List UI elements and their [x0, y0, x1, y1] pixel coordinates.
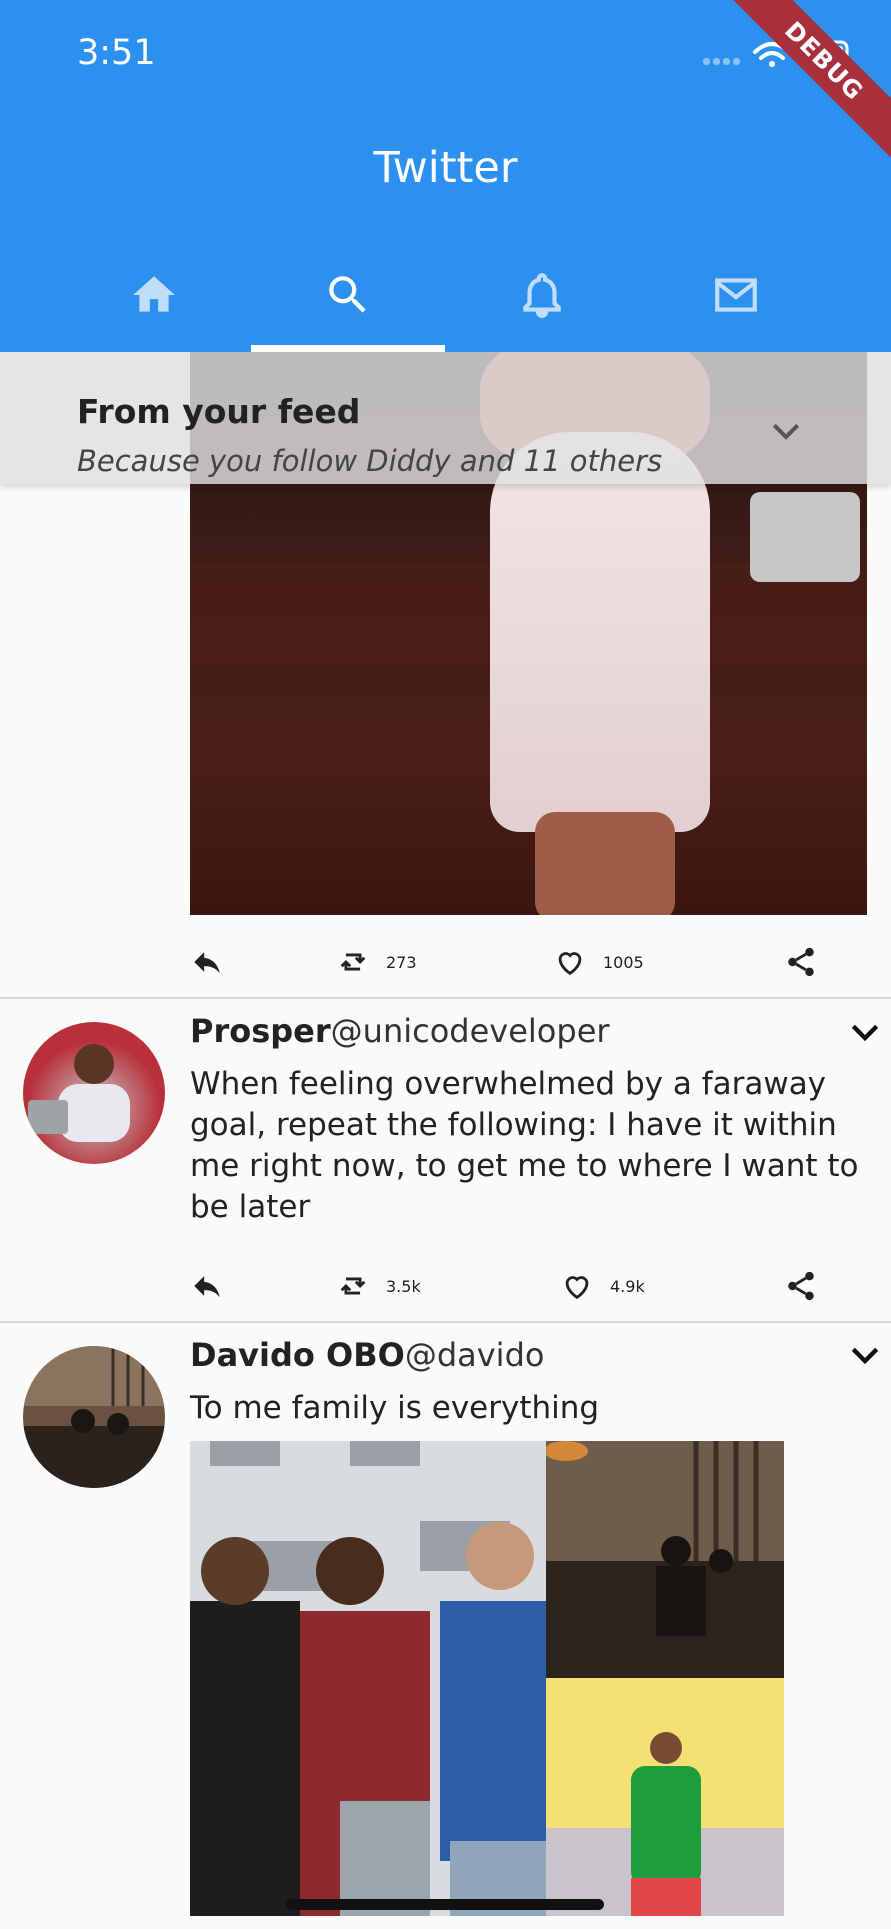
reply-button[interactable] [190, 945, 224, 979]
signal-icon [703, 58, 740, 65]
tweet-image[interactable] [190, 1441, 546, 1916]
avatar[interactable] [23, 1346, 165, 1488]
author-name[interactable]: Davido OBO [190, 1336, 405, 1374]
mail-icon [715, 278, 757, 312]
share-icon [788, 1271, 814, 1301]
tab-messages[interactable] [639, 255, 833, 335]
author-name[interactable]: Prosper [190, 1012, 331, 1050]
tab-search[interactable] [251, 255, 445, 335]
reply-icon [194, 1276, 220, 1298]
tweet-image[interactable] [546, 1678, 784, 1916]
tweet-text: When feeling overwhelmed by a faraway go… [190, 1066, 859, 1225]
app-title: Twitter [373, 143, 518, 193]
status-time: 3:51 [77, 33, 156, 73]
divider [0, 997, 891, 999]
tweet-image[interactable] [546, 1441, 784, 1678]
retweet-button[interactable]: 273 [336, 945, 417, 979]
retweet-count: 273 [386, 952, 417, 972]
feed-header-subtitle: Because you follow Diddy and 11 others [77, 444, 663, 478]
heart-icon [565, 1276, 589, 1300]
author-handle[interactable]: @unicodeveloper [331, 1012, 610, 1050]
share-icon [788, 947, 814, 977]
search-icon [329, 276, 366, 313]
feed-header-title: From your feed [77, 392, 361, 431]
like-count: 1005 [603, 952, 644, 972]
bell-icon [523, 273, 561, 318]
tweet-image-grid [190, 1441, 784, 1916]
app-bar: 3:51 Twitter [0, 0, 891, 352]
share-button[interactable] [784, 1269, 818, 1303]
chevron-down-icon[interactable] [766, 412, 806, 452]
like-count: 4.9k [610, 1276, 645, 1296]
feed-header: From your feed Because you follow Diddy … [0, 352, 891, 484]
retweet-icon [340, 953, 366, 971]
tab-indicator [251, 345, 445, 352]
avatar[interactable] [23, 1022, 165, 1164]
tweet-header: Davido OBO@davido [190, 1336, 544, 1374]
retweet-button[interactable]: 3.5k [336, 1269, 421, 1303]
tweet-header: Prosper@unicodeveloper [190, 1012, 610, 1050]
heart-icon [558, 952, 582, 976]
like-button[interactable]: 1005 [553, 945, 644, 979]
like-button[interactable]: 4.9k [560, 1269, 645, 1303]
chevron-down-icon[interactable] [845, 1013, 885, 1053]
tab-home[interactable] [57, 255, 251, 335]
tab-notifications[interactable] [445, 255, 639, 335]
tweet-text: To me family is everything [190, 1390, 600, 1426]
chevron-down-icon[interactable] [845, 1336, 885, 1376]
share-button[interactable] [784, 945, 818, 979]
author-handle[interactable]: @davido [405, 1336, 545, 1374]
reply-icon [194, 952, 220, 974]
home-icon [133, 276, 175, 312]
home-indicator [286, 1899, 604, 1910]
divider [0, 1321, 891, 1323]
retweet-icon [340, 1277, 366, 1295]
retweet-count: 3.5k [386, 1276, 421, 1296]
reply-button[interactable] [190, 1269, 224, 1303]
